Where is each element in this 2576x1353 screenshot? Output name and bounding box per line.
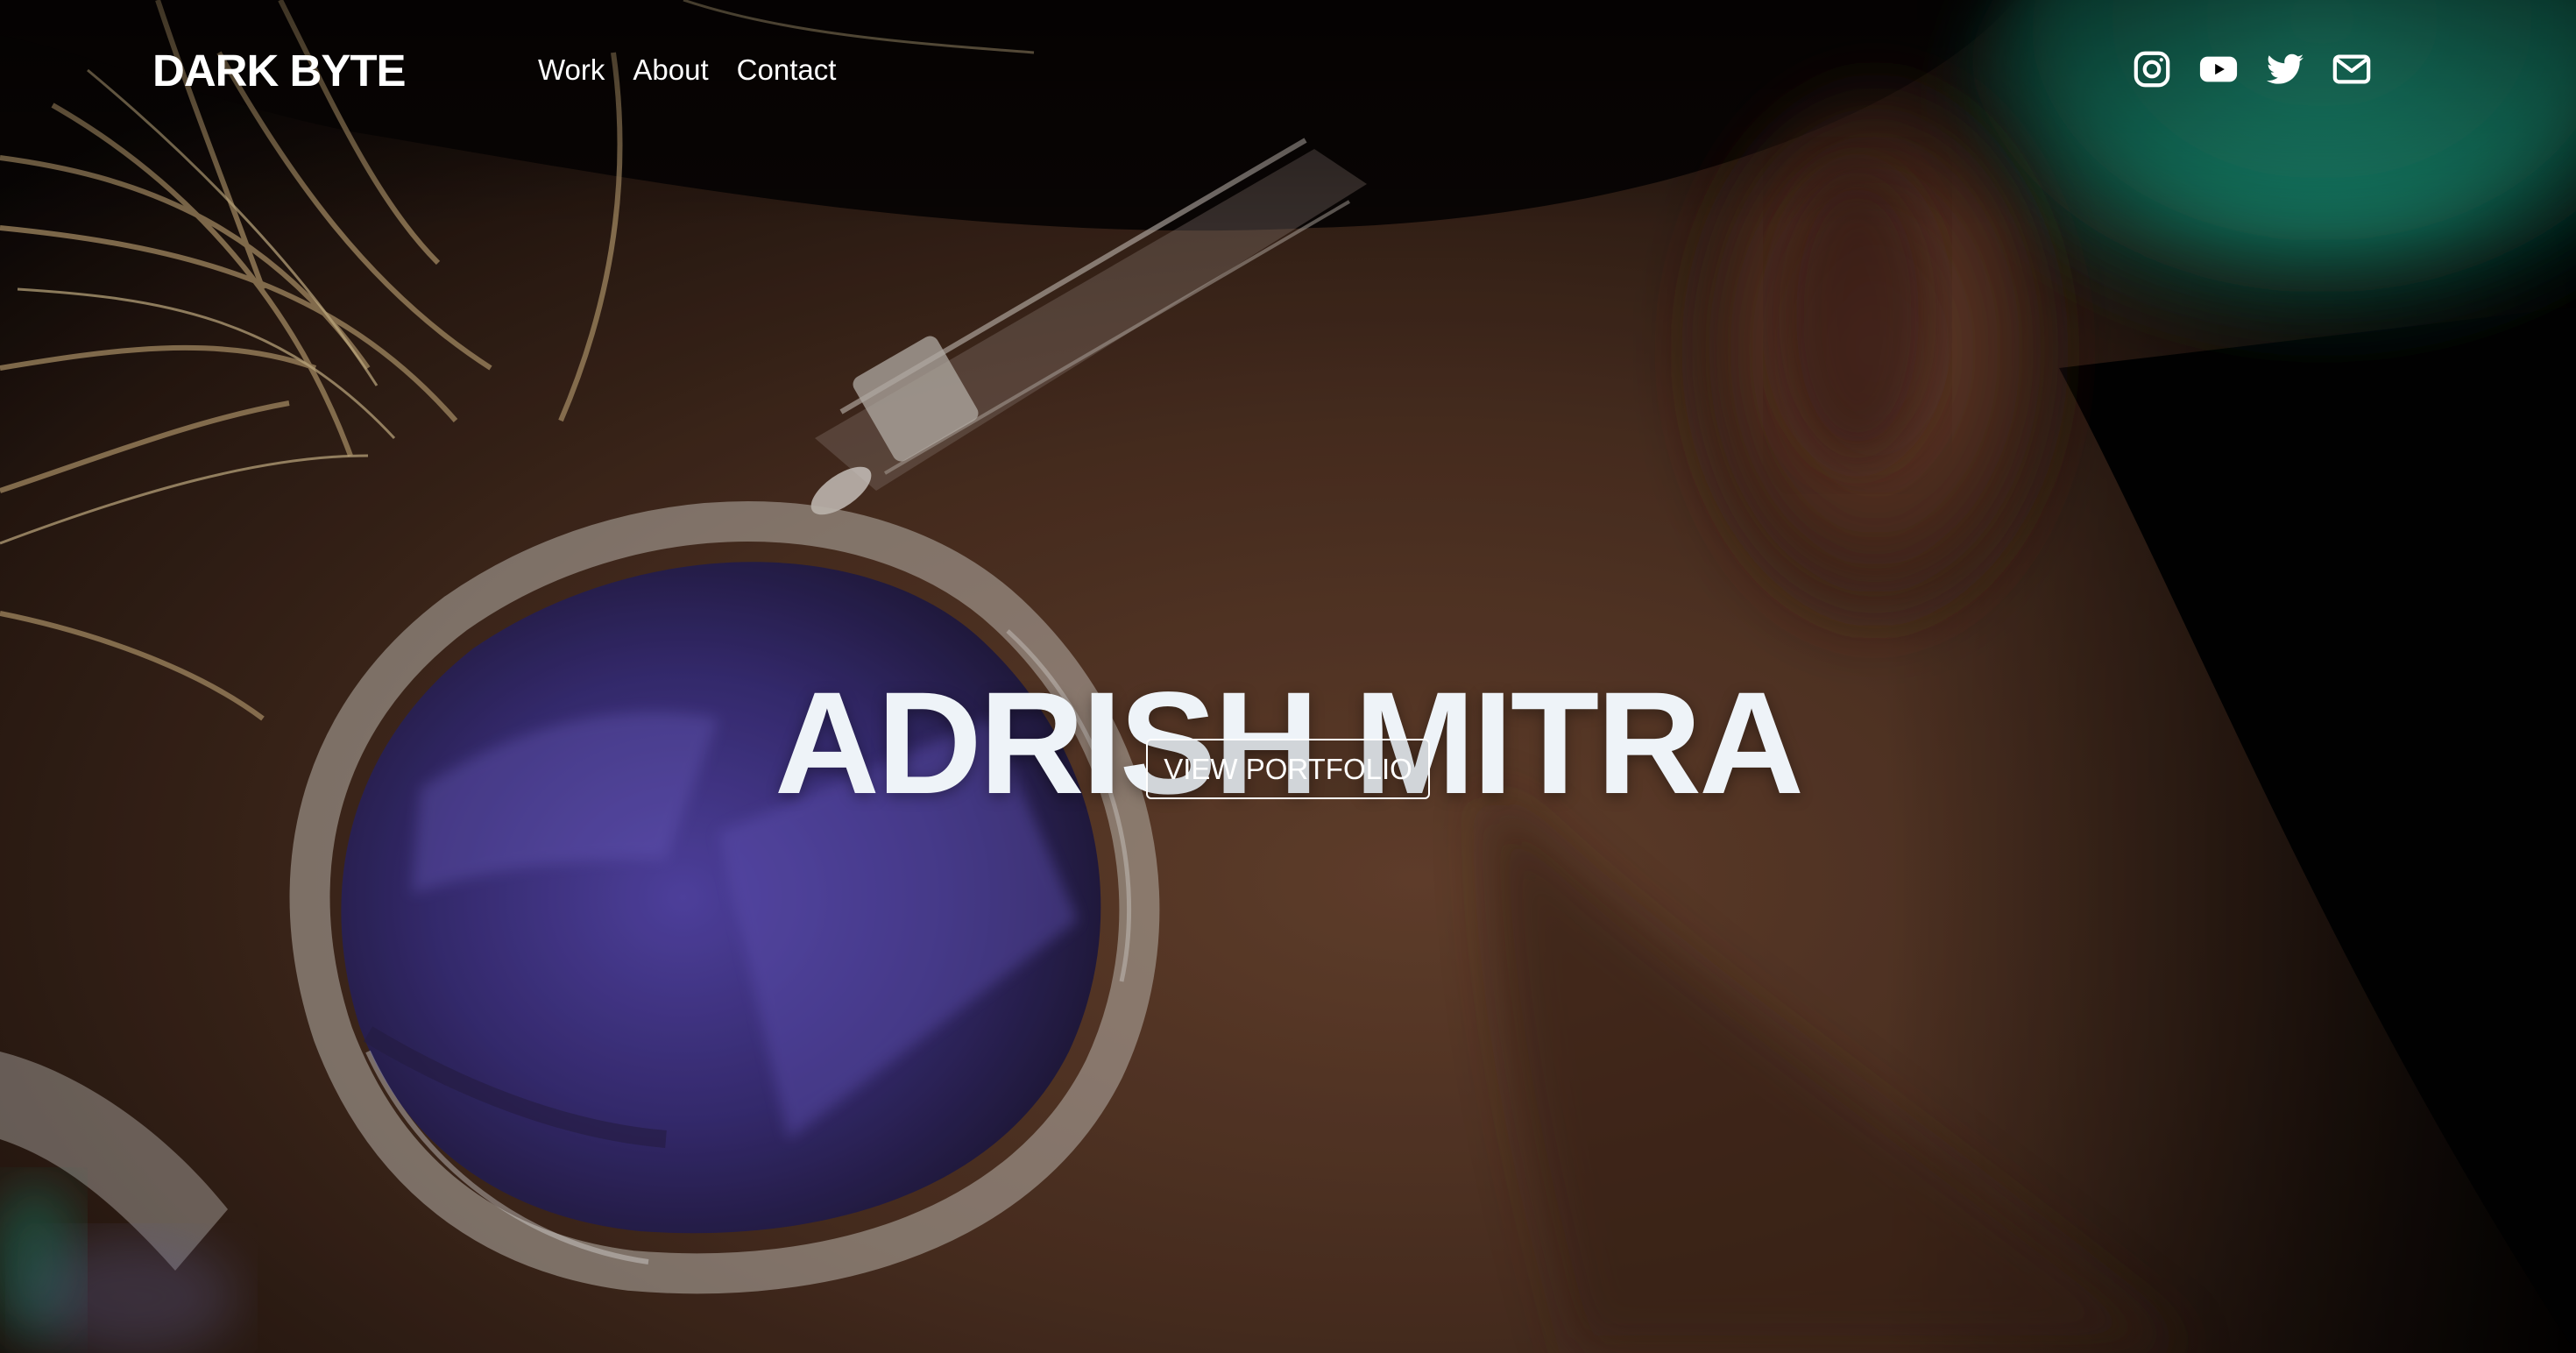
social-links (2132, 49, 2372, 89)
top-navbar: DARK BYTE Work About Contact (0, 0, 2576, 140)
nav-link-work[interactable]: Work (538, 51, 605, 89)
mail-icon[interactable] (2332, 49, 2372, 89)
instagram-icon[interactable] (2132, 49, 2172, 89)
hero-section: DARK BYTE Work About Contact ADRISH MITR… (0, 0, 2576, 1353)
youtube-icon[interactable] (2198, 49, 2239, 89)
twitter-icon[interactable] (2265, 49, 2305, 89)
nav-link-contact[interactable]: Contact (737, 51, 837, 89)
view-portfolio-button[interactable]: VIEW PORTFOLIO (1146, 739, 1430, 799)
nav-links: Work About Contact (538, 51, 836, 89)
nav-link-about[interactable]: About (633, 51, 708, 89)
brand-logo[interactable]: DARK BYTE (152, 44, 407, 98)
cta-container: VIEW PORTFOLIO (0, 739, 2576, 799)
